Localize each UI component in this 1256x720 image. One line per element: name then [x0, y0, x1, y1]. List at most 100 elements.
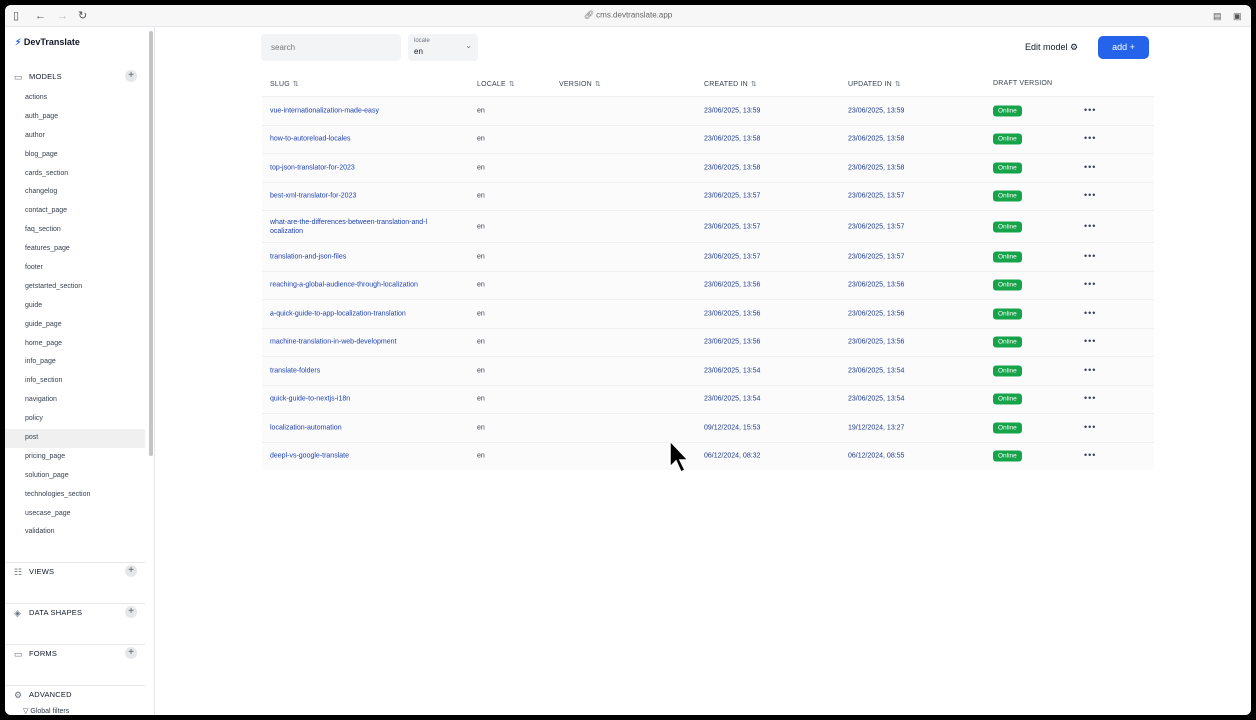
sidebar-item-solution-page[interactable]: solution_page: [5, 467, 145, 486]
add-button[interactable]: add +: [1098, 36, 1149, 59]
slug-link[interactable]: what-are-the-differences-between-transla…: [270, 218, 460, 236]
more-icon[interactable]: •••: [1084, 308, 1096, 318]
sort-icon[interactable]: ⇅: [895, 81, 901, 88]
sidebar-item-blog-page[interactable]: blog_page: [5, 146, 145, 165]
search-input[interactable]: [261, 34, 401, 61]
sidebar-item-usecase-page[interactable]: usecase_page: [5, 505, 145, 524]
table-row[interactable]: deepl-vs-google-translate en 06/12/2024, 0…: [262, 441, 1154, 470]
logo-mark-icon: ⚡︎: [15, 37, 22, 47]
section-data-shapes[interactable]: ◈ DATA SHAPES +: [5, 603, 145, 621]
more-icon[interactable]: •••: [1084, 336, 1096, 346]
column-header-version[interactable]: VERSION ⇅: [559, 80, 601, 88]
sidebar-scrollbar[interactable]: [149, 31, 153, 456]
column-header-slug[interactable]: SLUG ⇅: [270, 80, 299, 88]
sidebar-item-home-page[interactable]: home_page: [5, 335, 145, 354]
add-view-button[interactable]: +: [125, 565, 137, 577]
table-row[interactable]: reaching-a-global-audience-through-local…: [262, 270, 1154, 299]
sidebar-item-policy[interactable]: policy: [5, 410, 145, 429]
more-icon[interactable]: •••: [1084, 221, 1096, 231]
slug-link[interactable]: deepl-vs-google-translate: [270, 453, 349, 460]
slug-link[interactable]: a-quick-guide-to-app-localization-transl…: [270, 310, 406, 317]
table-row[interactable]: how-to-autoreload-locales en 23/06/2025, 1…: [262, 124, 1154, 153]
sort-icon[interactable]: ⇅: [293, 81, 299, 88]
slug-link[interactable]: vue-internationalization-made-easy: [270, 107, 379, 114]
sidebar-item-guide-page[interactable]: guide_page: [5, 316, 145, 335]
add-data-shape-button[interactable]: +: [125, 606, 137, 618]
slug-link[interactable]: reaching-a-global-audience-through-local…: [270, 282, 418, 289]
section-models[interactable]: ▭ MODELS +: [5, 68, 145, 86]
table-row[interactable]: best-xml-translator-for-2023 en 23/06/2025…: [262, 181, 1154, 210]
sidebar-item-info-page[interactable]: info_page: [5, 353, 145, 372]
created-cell: 23/06/2025, 13:56: [704, 310, 761, 318]
sidebar-item-technologies-section[interactable]: technologies_section: [5, 486, 145, 505]
locale-cell: en: [477, 135, 485, 143]
column-header-updated-in[interactable]: UPDATED IN ⇅: [848, 80, 901, 88]
slug-link[interactable]: how-to-autoreload-locales: [270, 136, 351, 143]
locale-select[interactable]: locale en ⌄: [408, 34, 478, 61]
status-badge: Online: [993, 422, 1022, 434]
created-cell: 06/12/2024, 08:32: [704, 452, 761, 460]
add-model-button[interactable]: +: [125, 70, 137, 82]
sort-icon[interactable]: ⇅: [509, 81, 515, 88]
more-icon[interactable]: •••: [1084, 105, 1096, 115]
sort-icon[interactable]: ⇅: [751, 81, 757, 88]
slug-link[interactable]: quick-guide-to-nextjs-i18n: [270, 396, 350, 403]
sidebar-item-contact-page[interactable]: contact_page: [5, 202, 145, 221]
sidebar-item-cards-section[interactable]: cards_section: [5, 165, 145, 184]
sidebar-item-author[interactable]: author: [5, 127, 145, 146]
sidebar-item-auth-page[interactable]: auth_page: [5, 108, 145, 127]
sidebar-item-getstarted-section[interactable]: getstarted_section: [5, 278, 145, 297]
slug-link[interactable]: best-xml-translator-for-2023: [270, 193, 356, 200]
sidebar-item-info-section[interactable]: info_section: [5, 372, 145, 391]
table-row[interactable]: vue-internationalization-made-easy en 23/0…: [262, 96, 1154, 125]
sort-icon[interactable]: ⇅: [595, 81, 601, 88]
slug-link[interactable]: top-json-translator-for-2023: [270, 164, 355, 171]
locale-select-label: locale: [414, 38, 430, 44]
column-header-locale[interactable]: LOCALE ⇅: [477, 80, 515, 88]
slug-link[interactable]: translation-and-json-files: [270, 253, 346, 260]
slug-link[interactable]: machine-translation-in-web-development: [270, 339, 396, 346]
tabs-icon[interactable]: ▣: [1233, 9, 1242, 23]
table-row[interactable]: top-json-translator-for-2023 en 23/06/2025…: [262, 153, 1154, 182]
table-row[interactable]: translation-and-json-files en 23/06/2025, …: [262, 242, 1154, 271]
slug-link[interactable]: translate-folders: [270, 367, 320, 374]
address-bar[interactable]: 🔗︎ cms.devtranslate.app: [5, 10, 1251, 19]
section-advanced[interactable]: ⚙︎ ADVANCED: [5, 685, 145, 703]
more-icon[interactable]: •••: [1084, 393, 1096, 403]
more-icon[interactable]: •••: [1084, 365, 1096, 375]
more-icon[interactable]: •••: [1084, 450, 1096, 460]
slug-link[interactable]: localization-automation: [270, 424, 342, 431]
more-icon[interactable]: •••: [1084, 190, 1096, 200]
sidebar-item-guide[interactable]: guide: [5, 297, 145, 316]
section-forms[interactable]: ▭ FORMS +: [5, 644, 145, 662]
sidebar-item-faq-section[interactable]: faq_section: [5, 221, 145, 240]
more-icon[interactable]: •••: [1084, 422, 1096, 432]
created-cell: 23/06/2025, 13:57: [704, 192, 761, 200]
sidebar-item-navigation[interactable]: navigation: [5, 391, 145, 410]
table-row[interactable]: what-are-the-differences-between-transla…: [262, 210, 1154, 242]
sidebar-item-validation[interactable]: validation: [5, 523, 145, 542]
sidebar-item-footer[interactable]: footer: [5, 259, 145, 278]
more-icon[interactable]: •••: [1084, 162, 1096, 172]
section-views[interactable]: ☷ VIEWS +: [5, 562, 145, 580]
column-header-created-in[interactable]: CREATED IN ⇅: [704, 80, 757, 88]
more-icon[interactable]: •••: [1084, 279, 1096, 289]
more-icon[interactable]: •••: [1084, 133, 1096, 143]
sidebar-item-actions[interactable]: actions: [5, 89, 145, 108]
brand-logo[interactable]: ⚡︎ DevTranslate: [15, 37, 80, 48]
sidebar-item-post[interactable]: post: [5, 429, 145, 448]
add-form-button[interactable]: +: [125, 647, 137, 659]
sidebar-item-global-filters[interactable]: ▽ Global filters: [23, 707, 69, 715]
table-row[interactable]: translate-folders en 23/06/2025, 13:54 23/0…: [262, 356, 1154, 385]
table-row[interactable]: machine-translation-in-web-development en…: [262, 327, 1154, 356]
more-icon[interactable]: •••: [1084, 251, 1096, 261]
sidebar-item-pricing-page[interactable]: pricing_page: [5, 448, 145, 467]
sidebar-item-changelog[interactable]: changelog: [5, 183, 145, 202]
table-row[interactable]: a-quick-guide-to-app-localization-transl…: [262, 299, 1154, 328]
search-box[interactable]: [261, 34, 401, 61]
edit-model-button[interactable]: Edit model ⚙︎: [1025, 42, 1078, 53]
table-row[interactable]: localization-automation en 09/12/2024, 15:…: [262, 413, 1154, 442]
sidebar-item-features-page[interactable]: features_page: [5, 240, 145, 259]
reader-icon[interactable]: ▤: [1213, 9, 1222, 23]
table-row[interactable]: quick-guide-to-nextjs-i18n en 23/06/2025, …: [262, 384, 1154, 413]
